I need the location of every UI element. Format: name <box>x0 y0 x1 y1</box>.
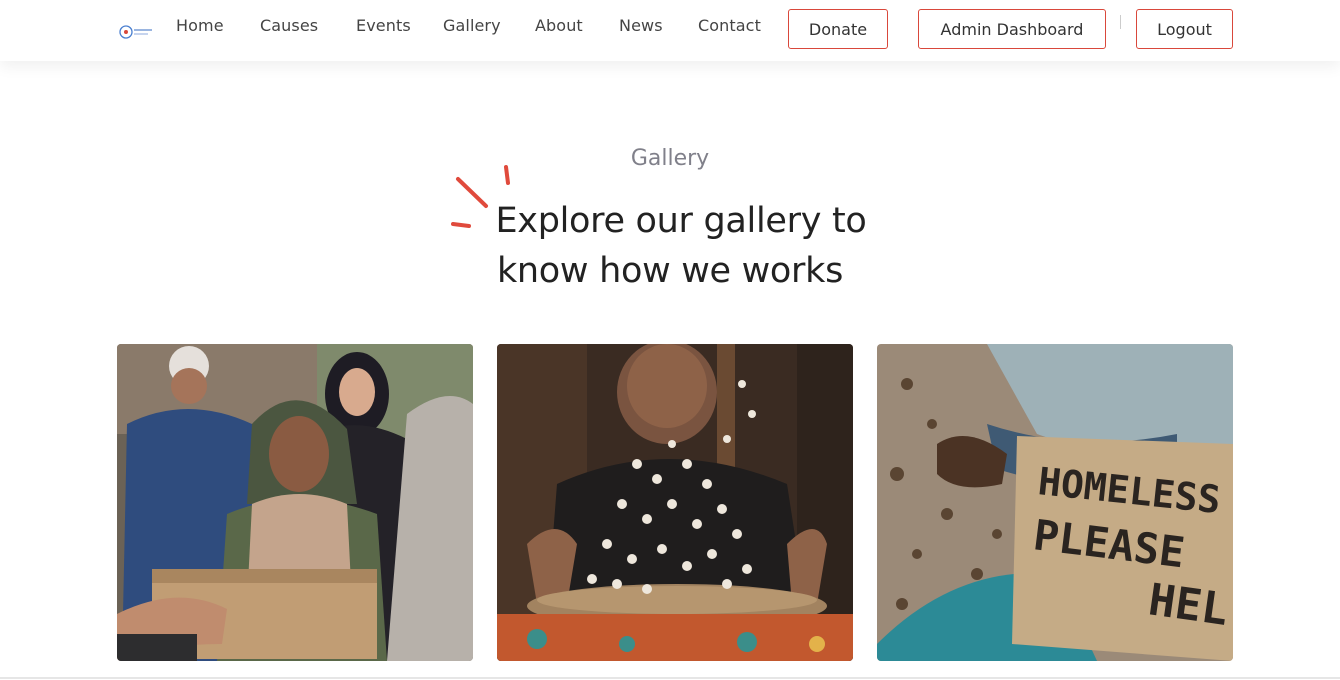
title-part-1: Explore our <box>495 201 704 241</box>
nav-link-events[interactable]: Events <box>356 16 411 35</box>
admin-dashboard-button[interactable]: Admin Dashboard <box>918 9 1106 49</box>
charity-box-photo-icon <box>117 344 473 661</box>
nav-link-news[interactable]: News <box>619 16 663 35</box>
nav-link-causes[interactable]: Causes <box>260 16 318 35</box>
gallery-image-1[interactable] <box>117 344 473 661</box>
homeless-sign-photo-icon: HOMELESS PLEASE HEL <box>877 344 1233 661</box>
logout-button[interactable]: Logout <box>1136 9 1233 49</box>
title-highlight: gallery <box>701 196 823 246</box>
nav-link-about[interactable]: About <box>535 16 583 35</box>
nav-link-gallery[interactable]: Gallery <box>443 16 501 35</box>
top-navbar: Home Causes Events Gallery About News Co… <box>0 0 1340 61</box>
gallery-image-2[interactable] <box>497 344 853 661</box>
nav-link-home[interactable]: Home <box>176 16 224 35</box>
section-eyebrow: Gallery <box>630 146 710 171</box>
nav-link-contact[interactable]: Contact <box>698 16 761 35</box>
donate-button[interactable]: Donate <box>788 9 888 49</box>
logo-icon[interactable] <box>116 20 154 42</box>
woman-cotton-photo-icon <box>497 344 853 661</box>
title-line-2: know how we works <box>496 251 844 291</box>
title-part-2: to <box>821 201 867 241</box>
nav-divider <box>1120 15 1121 29</box>
section-title: Explore our gallery to know how we works <box>420 196 920 296</box>
gallery-image-3[interactable]: HOMELESS PLEASE HEL <box>877 344 1233 661</box>
page-bottom-divider <box>0 677 1340 679</box>
